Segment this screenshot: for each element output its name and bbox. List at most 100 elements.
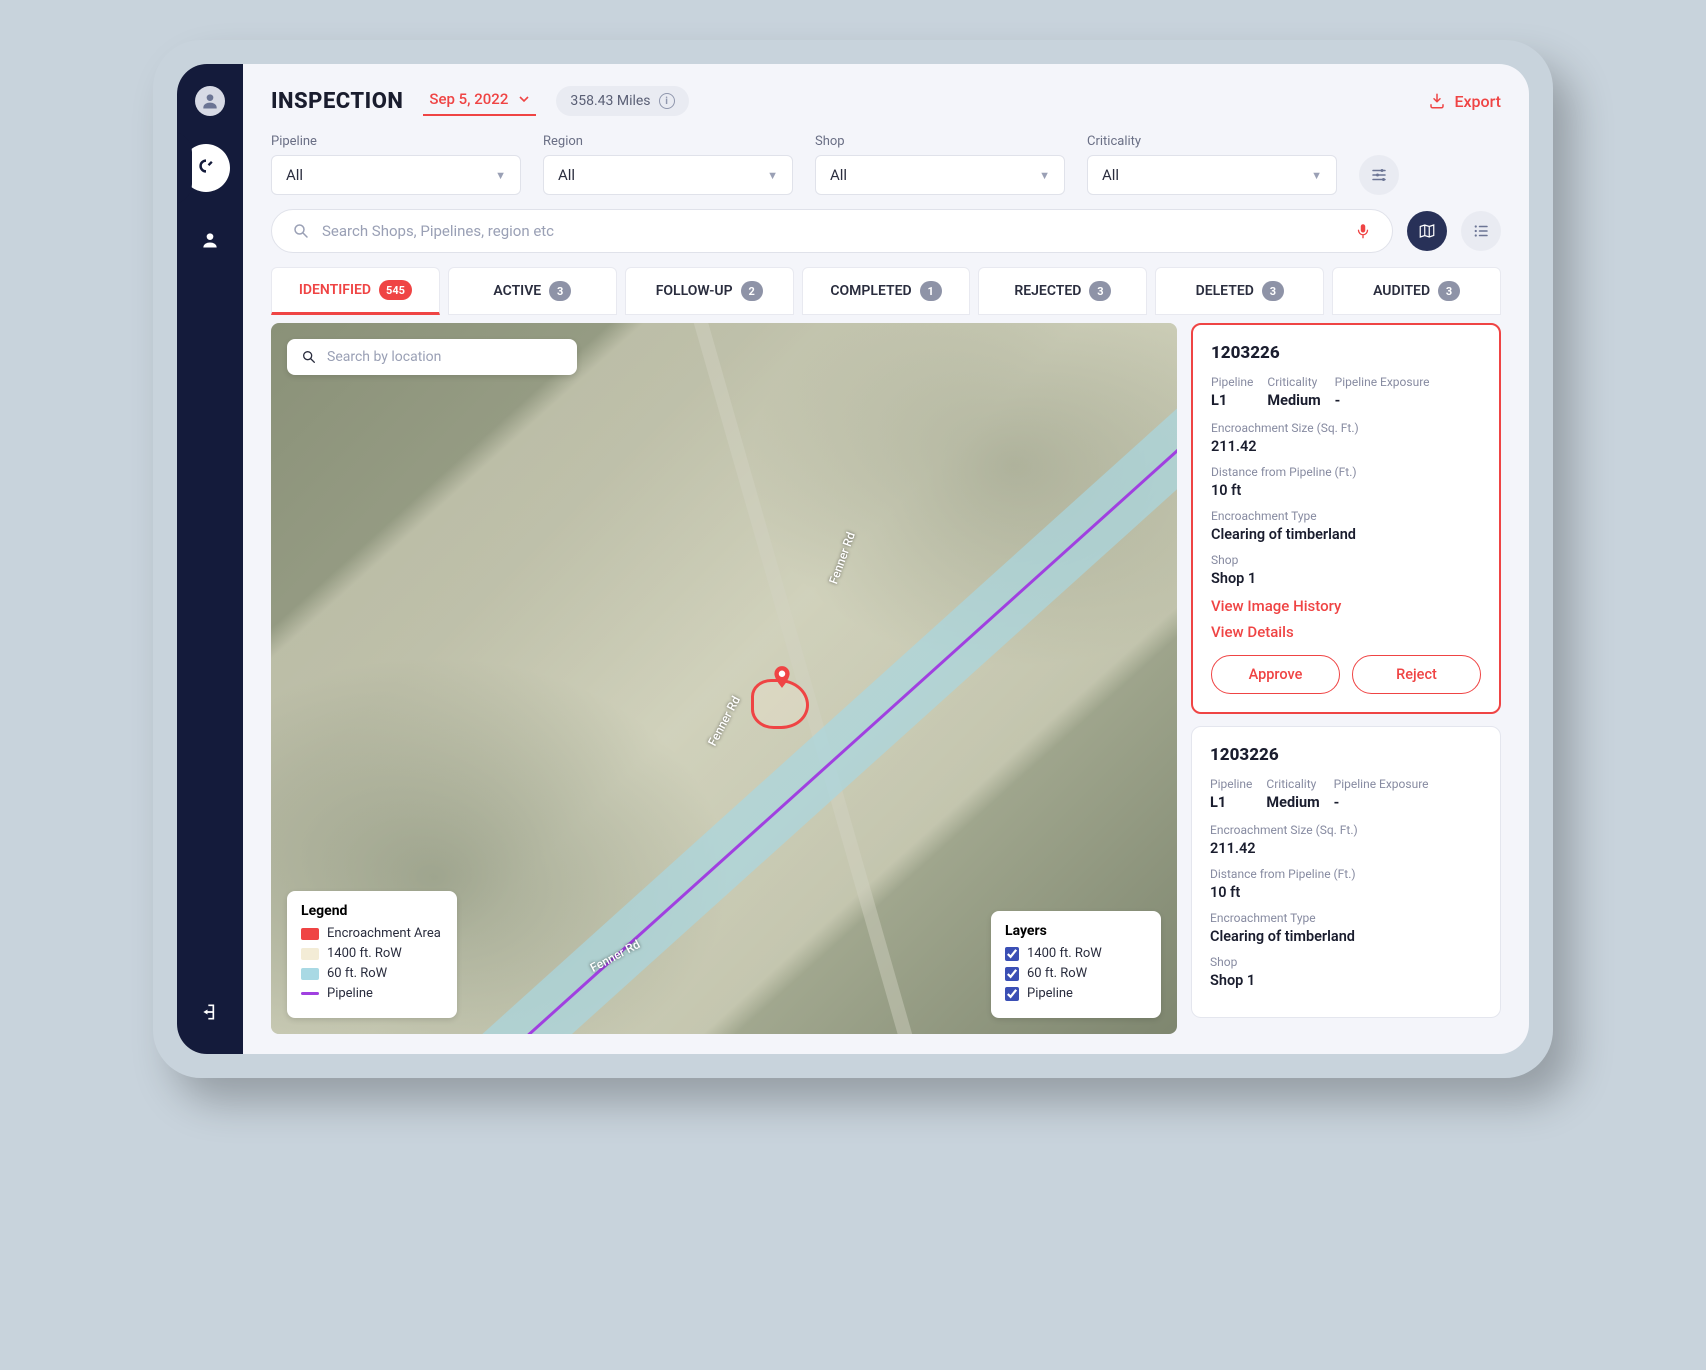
road-label: Fenner Rd: [826, 530, 858, 586]
layer-toggle[interactable]: 60 ft. RoW: [1005, 966, 1147, 981]
card-id: 1203226: [1210, 745, 1482, 765]
layer-checkbox[interactable]: [1005, 967, 1019, 981]
export-label: Export: [1454, 92, 1501, 111]
view-details-link[interactable]: View Details: [1211, 623, 1481, 641]
sidebar-item-satellite[interactable]: [182, 144, 230, 192]
criticality-select[interactable]: All▼: [1087, 155, 1337, 195]
header: INSPECTION Sep 5, 2022 358.43 Miles i Ex…: [243, 64, 1529, 130]
logout-icon: [200, 1002, 220, 1022]
map-view-button[interactable]: [1407, 211, 1447, 251]
map-search-bar[interactable]: [287, 339, 577, 375]
list-icon: [1472, 222, 1490, 240]
swatch: [301, 992, 319, 995]
search-icon: [292, 222, 310, 240]
layer-toggle[interactable]: 1400 ft. RoW: [1005, 946, 1147, 961]
chevron-down-icon: ▼: [495, 169, 506, 182]
road-label: Fenner Rd: [705, 694, 743, 748]
app-screen: INSPECTION Sep 5, 2022 358.43 Miles i Ex…: [177, 64, 1529, 1054]
chevron-down-icon: ▼: [1039, 169, 1050, 182]
search-icon: [301, 349, 317, 365]
reject-button[interactable]: Reject: [1352, 655, 1481, 694]
filter-settings-button[interactable]: [1359, 155, 1399, 195]
chevron-down-icon: [518, 93, 530, 105]
user-icon: [200, 91, 220, 111]
tab-active[interactable]: ACTIVE3: [448, 267, 617, 315]
tab-rejected[interactable]: REJECTED3: [978, 267, 1147, 315]
export-button[interactable]: Export: [1428, 92, 1501, 111]
swatch: [301, 948, 319, 960]
legend-item: 1400 ft. RoW: [301, 946, 443, 961]
status-tabs: IDENTIFIED545 ACTIVE3 FOLLOW-UP2 COMPLET…: [243, 267, 1529, 315]
map-layers-panel: Layers 1400 ft. RoW 60 ft. RoW Pipeline: [991, 911, 1161, 1018]
date-value: Sep 5, 2022: [429, 90, 508, 108]
page-title: INSPECTION: [271, 89, 403, 114]
filter-shop: Shop All▼: [815, 134, 1065, 195]
list-view-button[interactable]: [1461, 211, 1501, 251]
tab-identified[interactable]: IDENTIFIED545: [271, 267, 440, 315]
approve-button[interactable]: Approve: [1211, 655, 1340, 694]
view-image-history-link[interactable]: View Image History: [1211, 597, 1481, 615]
region-select[interactable]: All▼: [543, 155, 793, 195]
legend-item: 60 ft. RoW: [301, 966, 443, 981]
miles-value: 358.43 Miles: [570, 93, 650, 109]
layer-checkbox[interactable]: [1005, 987, 1019, 1001]
legend-item: Encroachment Area: [301, 926, 443, 941]
filter-label: Pipeline: [271, 134, 521, 149]
map-icon: [1418, 222, 1436, 240]
layer-toggle[interactable]: Pipeline: [1005, 986, 1147, 1001]
tab-audited[interactable]: AUDITED3: [1332, 267, 1501, 315]
tab-follow-up[interactable]: FOLLOW-UP2: [625, 267, 794, 315]
filter-label: Region: [543, 134, 793, 149]
tab-count: 3: [1089, 281, 1111, 301]
map-pin-icon[interactable]: [769, 664, 795, 690]
detail-cards: 1203226 PipelineL1 CriticalityMedium Pip…: [1191, 323, 1501, 1034]
tab-count: 2: [741, 281, 763, 301]
swatch: [301, 968, 319, 980]
satellite-icon: [196, 156, 216, 176]
map-legend: Legend Encroachment Area 1400 ft. RoW 60…: [287, 891, 457, 1018]
info-icon[interactable]: i: [659, 93, 675, 109]
filter-pipeline: Pipeline All▼: [271, 134, 521, 195]
tab-count: 3: [1262, 281, 1284, 301]
sliders-icon: [1370, 166, 1388, 184]
card-id: 1203226: [1211, 343, 1481, 363]
tab-deleted[interactable]: DELETED3: [1155, 267, 1324, 315]
tab-completed[interactable]: COMPLETED1: [802, 267, 971, 315]
profile-avatar[interactable]: [195, 86, 225, 116]
filter-label: Criticality: [1087, 134, 1337, 149]
sidebar-item-user[interactable]: [190, 220, 230, 260]
filter-label: Shop: [815, 134, 1065, 149]
left-sidebar: [177, 64, 243, 1054]
chevron-down-icon: ▼: [767, 169, 778, 182]
content-area: Fenner Rd Fenner Rd Fenner Rd Legend Enc…: [243, 315, 1529, 1054]
layers-title: Layers: [1005, 923, 1147, 939]
person-icon: [200, 230, 220, 250]
tab-count: 1: [920, 281, 942, 301]
swatch: [301, 928, 319, 940]
layer-checkbox[interactable]: [1005, 947, 1019, 961]
miles-chip: 358.43 Miles i: [556, 86, 688, 116]
pipeline-select[interactable]: All▼: [271, 155, 521, 195]
legend-item: Pipeline: [301, 986, 443, 1001]
main-panel: INSPECTION Sep 5, 2022 358.43 Miles i Ex…: [243, 64, 1529, 1054]
microphone-icon[interactable]: [1354, 222, 1372, 240]
sidebar-item-logout[interactable]: [190, 992, 230, 1032]
filter-row: Pipeline All▼ Region All▼ Shop All▼ Crit…: [243, 130, 1529, 209]
legend-title: Legend: [301, 903, 443, 919]
tab-count: 545: [379, 280, 412, 300]
date-selector[interactable]: Sep 5, 2022: [423, 86, 536, 116]
map-search-input[interactable]: [327, 349, 563, 365]
inspection-card[interactable]: 1203226 PipelineL1 CriticalityMedium Pip…: [1191, 323, 1501, 714]
search-input[interactable]: [322, 222, 1342, 240]
filter-criticality: Criticality All▼: [1087, 134, 1337, 195]
tab-count: 3: [549, 281, 571, 301]
filter-region: Region All▼: [543, 134, 793, 195]
search-bar[interactable]: [271, 209, 1393, 253]
map-canvas[interactable]: Fenner Rd Fenner Rd Fenner Rd Legend Enc…: [271, 323, 1177, 1034]
shop-select[interactable]: All▼: [815, 155, 1065, 195]
download-icon: [1428, 92, 1446, 110]
search-row: [243, 209, 1529, 267]
chevron-down-icon: ▼: [1311, 169, 1322, 182]
tab-count: 3: [1438, 281, 1460, 301]
inspection-card[interactable]: 1203226 PipelineL1 CriticalityMedium Pip…: [1191, 726, 1501, 1018]
